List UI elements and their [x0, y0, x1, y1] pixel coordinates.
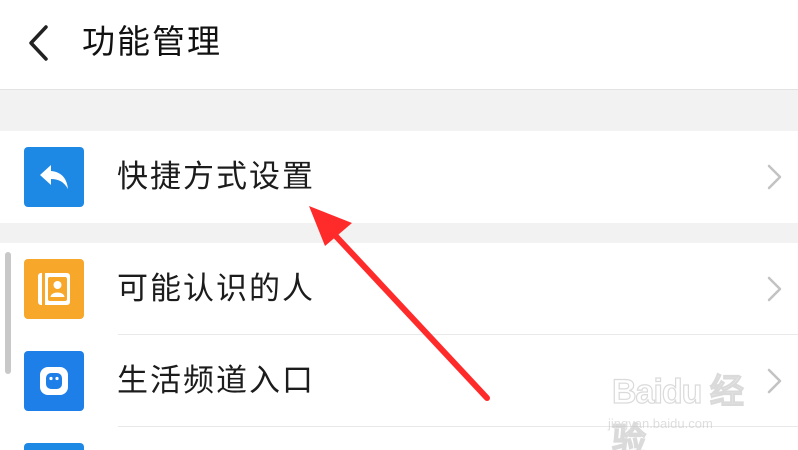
- header-bar: 功能管理: [0, 0, 798, 90]
- list-item-shortcut-settings[interactable]: 快捷方式设置: [0, 131, 798, 223]
- scrollbar[interactable]: [5, 252, 11, 374]
- list-item-people-you-may-know[interactable]: 可能认识的人: [0, 243, 798, 335]
- watermark: Baidu 经验 jingyan.baidu.com: [608, 364, 758, 450]
- watermark-brand: Baidu 经验: [611, 372, 744, 450]
- watermark-url: jingyan.baidu.com: [608, 416, 713, 431]
- back-button[interactable]: [14, 18, 64, 68]
- chevron-right-icon: [767, 276, 782, 302]
- chevron-left-icon: [29, 25, 48, 61]
- list-item-label: 快捷方式设置: [117, 159, 315, 195]
- chevron-right-icon: [767, 164, 782, 190]
- contact-card-icon: [24, 259, 84, 319]
- share-reply-icon: [24, 147, 84, 207]
- chevron-right-icon: [767, 368, 782, 394]
- list-item-label: 生活频道入口: [117, 363, 315, 399]
- app-face-icon: [24, 351, 84, 411]
- app-icon: [24, 443, 84, 450]
- page-title: 功能管理: [82, 22, 222, 61]
- list-item-label: 可能认识的人: [117, 271, 315, 307]
